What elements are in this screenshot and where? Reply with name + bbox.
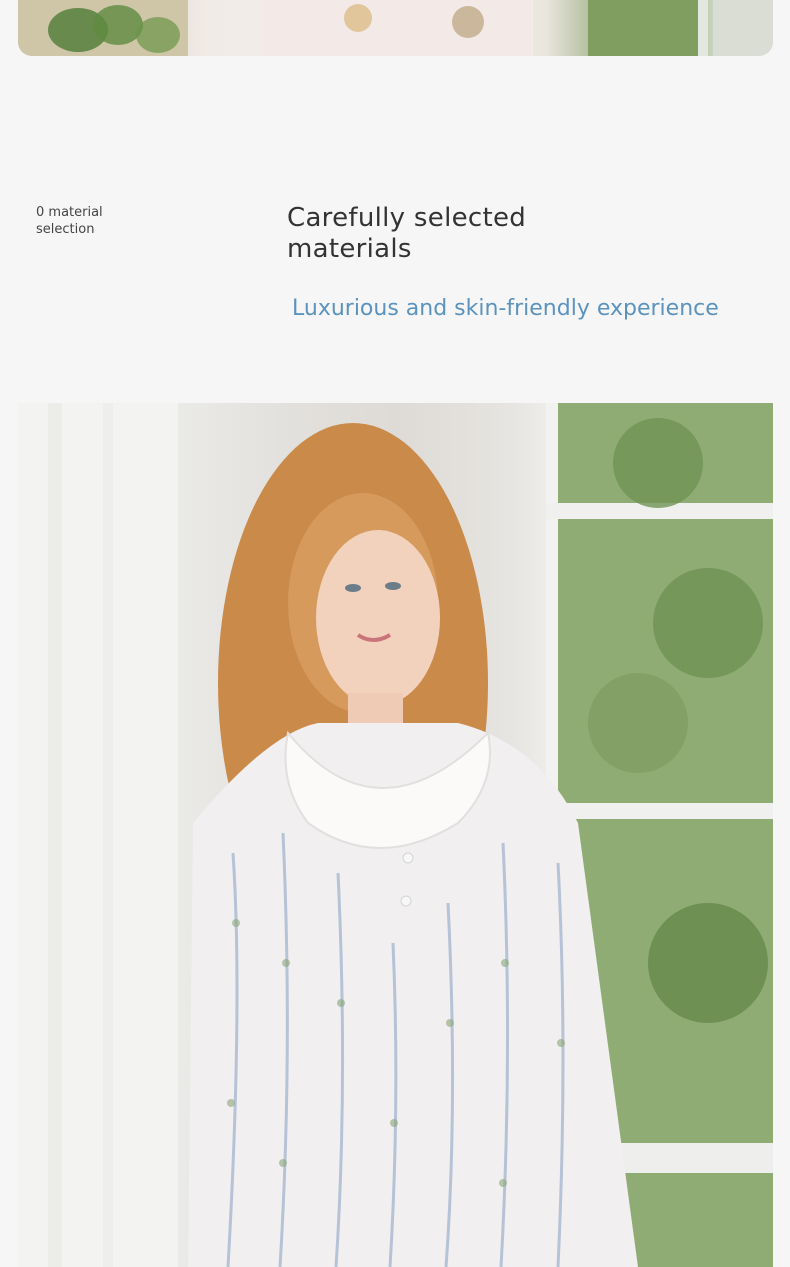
section-tag: 0 material selection <box>36 204 176 238</box>
banner-illustration <box>18 0 773 56</box>
product-banner-image <box>18 0 773 56</box>
section-tag-text: 0 material selection <box>36 205 103 237</box>
section-subtitle: Luxurious and skin-friendly experience <box>292 296 719 321</box>
model-photo <box>18 403 773 1267</box>
product-detail-page: 0 material selection Carefully selected … <box>0 0 790 1267</box>
section-title: Carefully selected materials <box>287 203 587 265</box>
section-title-text: Carefully selected materials <box>287 203 527 264</box>
model-photo-illustration <box>18 403 773 1267</box>
